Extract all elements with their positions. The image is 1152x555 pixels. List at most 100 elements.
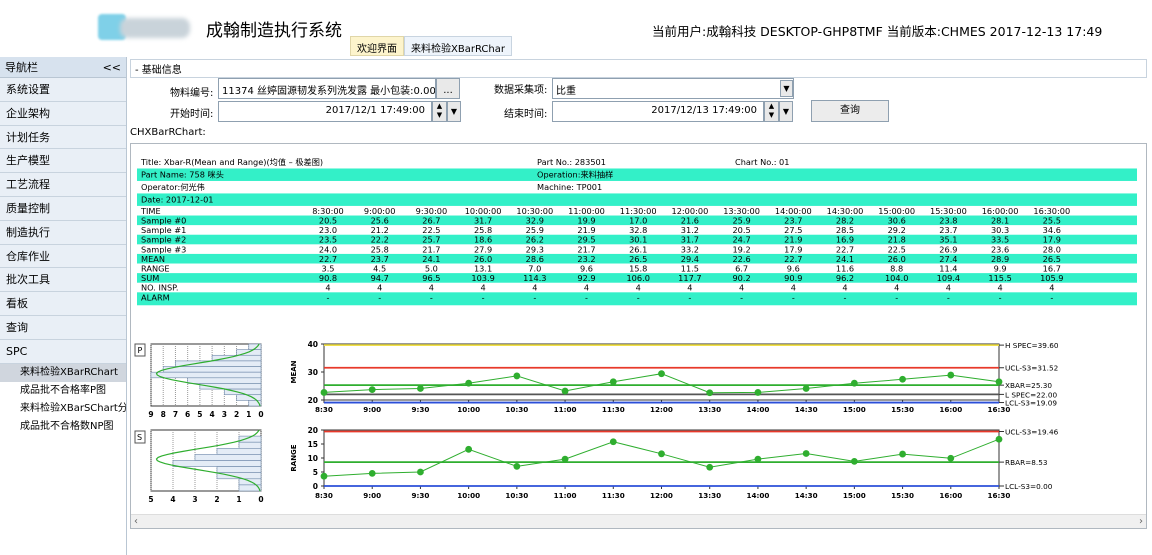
sidebar-item-9[interactable]: 看板 xyxy=(0,292,126,316)
mean-point-3 xyxy=(465,379,473,387)
sidebar-item-6[interactable]: 制造执行 xyxy=(0,220,126,245)
spc-sub-item-1[interactable]: 成品批不合格率P图 xyxy=(0,382,126,400)
nav-title: 导航栏 xyxy=(5,61,38,74)
start-time-dropdown-icon[interactable]: ▼ xyxy=(447,101,461,122)
end-time-spinner[interactable]: ▲ ▼ xyxy=(764,101,779,122)
sidebar-item-3[interactable]: 生产模型 xyxy=(0,149,126,174)
spc-sub-item-2[interactable]: 来料检验XBarSChart分 xyxy=(0,400,126,418)
app-window: 成翰制造执行系统 欢迎界面 来料检验XBarRChar 当前用户:成翰科技 DE… xyxy=(0,0,1152,555)
cell-6-5: 9.6 xyxy=(580,264,593,274)
mean-hist-bar-5 xyxy=(150,371,262,379)
cell-4-11: 22.5 xyxy=(888,244,906,254)
range-point-14 xyxy=(995,435,1003,443)
sidebar-item-2[interactable]: 计划任务 xyxy=(0,125,126,150)
cell-6-2: 5.0 xyxy=(425,264,438,274)
range-xtick-0: 8:30 xyxy=(315,491,333,500)
end-time-input[interactable]: 2017/12/13 17:49:00 xyxy=(552,101,764,122)
main-panel: - 基础信息 物料编号: 11374 丝婷固源韧发系列洗发露 最小包装:0.00… xyxy=(128,57,1152,555)
cell-4-10: 22.7 xyxy=(836,244,854,254)
spc-sub-item-0[interactable]: 来料检验XBarRChart xyxy=(0,363,126,382)
cell-1-3: 31.7 xyxy=(474,216,492,226)
cell-8-3: 4 xyxy=(480,283,485,293)
start-time-spinner[interactable]: ▲ ▼ xyxy=(432,101,447,122)
sidebar-item-0[interactable]: 系统设置 xyxy=(0,78,126,102)
mean-hist-tick-7: 2 xyxy=(234,410,239,419)
mean-point-8 xyxy=(706,389,714,397)
mean-box-label: P xyxy=(138,346,143,355)
material-input[interactable]: 11374 丝婷固源韧发系列洗发露 最小包装:0.00 xyxy=(218,78,436,99)
range-point-0 xyxy=(320,472,328,480)
sidebar-item-5[interactable]: 质量控制 xyxy=(0,196,126,221)
cell-8-2: 4 xyxy=(429,283,434,293)
datatype-select[interactable]: 比重 xyxy=(552,78,794,99)
range-point-13 xyxy=(947,454,955,462)
range-point-12 xyxy=(899,450,906,458)
cell-8-4: 4 xyxy=(532,283,537,293)
cell-0-8: 13:30:00 xyxy=(723,206,760,216)
sidebar-item-8[interactable]: 批次工具 xyxy=(0,268,126,293)
cell-6-10: 11.6 xyxy=(836,264,854,274)
mean-hist-bar-6 xyxy=(187,377,262,384)
cell-3-13: 33.5 xyxy=(991,235,1009,245)
mean-point-4 xyxy=(513,372,521,380)
cell-8-14: 4 xyxy=(1049,283,1054,293)
cell-1-7: 21.6 xyxy=(681,216,699,226)
collapse-button[interactable]: << xyxy=(103,61,121,74)
mean-hist-tick-8: 1 xyxy=(246,410,251,419)
row-label-0: TIME xyxy=(140,206,161,216)
horizontal-scrollbar[interactable]: ‹ › xyxy=(131,514,1146,528)
query-button[interactable]: 查询 xyxy=(811,100,889,122)
material-picker-button[interactable]: ... xyxy=(436,78,460,99)
start-time-input[interactable]: 2017/12/1 17:49:00 xyxy=(218,101,432,122)
mean-hist-tick-4: 5 xyxy=(197,410,202,419)
mean-point-12 xyxy=(899,375,906,383)
range-xtick-6: 11:30 xyxy=(602,491,625,500)
mean-xtick-11: 15:00 xyxy=(843,405,866,414)
cell-0-5: 11:00:00 xyxy=(568,206,605,216)
mean-ytick-1: 30 xyxy=(308,368,318,377)
range-point-11 xyxy=(850,457,858,465)
cell-8-10: 4 xyxy=(842,283,847,293)
scroll-right-icon[interactable]: › xyxy=(1139,516,1143,527)
mean-xtick-0: 8:30 xyxy=(315,405,333,414)
cell-6-13: 9.9 xyxy=(994,264,1007,274)
cell-9-0: - xyxy=(327,292,330,302)
cell-2-4: 25.9 xyxy=(526,225,544,235)
cell-6-4: 7.0 xyxy=(528,264,541,274)
end-time-dropdown-icon[interactable]: ▼ xyxy=(779,101,793,122)
sidebar-item-4[interactable]: 工艺流程 xyxy=(0,173,126,197)
mean-xtick-12: 15:30 xyxy=(891,405,914,414)
cell-2-7: 31.2 xyxy=(681,225,699,235)
cell-9-5: - xyxy=(585,292,588,302)
sidebar-item-1[interactable]: 企业架构 xyxy=(0,101,126,126)
spc-sub-item-3[interactable]: 成品批不合格数NP图 xyxy=(0,418,126,436)
chevron-down-icon[interactable]: ▼ xyxy=(780,80,793,97)
nav-header: 导航栏 << xyxy=(0,57,126,78)
mean-point-5 xyxy=(561,387,569,395)
cell-4-4: 29.3 xyxy=(526,244,544,254)
sidebar-item-11[interactable]: SPC xyxy=(0,339,126,364)
cell-4-3: 27.9 xyxy=(474,244,492,254)
cell-9-3: - xyxy=(482,292,485,302)
cell-8-1: 4 xyxy=(377,283,382,293)
cell-9-12: - xyxy=(947,292,950,302)
scroll-left-icon[interactable]: ‹ xyxy=(134,516,138,527)
tab-xbarr-chart[interactable]: 来料检验XBarRChar xyxy=(404,36,512,56)
range-point-5 xyxy=(561,455,569,463)
row-label-6: RANGE xyxy=(141,264,170,274)
mean-line-label-lcl: LCL-S3=19.09 xyxy=(1005,399,1057,408)
range-xtick-4: 10:30 xyxy=(505,491,528,500)
cell-5-3: 26.0 xyxy=(474,254,492,264)
cell-6-12: 11.4 xyxy=(939,264,957,274)
chart-title: Title: Xbar-R(Mean and Range)(均值 – 极差图) xyxy=(140,157,323,167)
cell-9-10: - xyxy=(844,292,847,302)
range-xtick-3: 10:00 xyxy=(457,491,480,500)
mean-ylabel: MEAN xyxy=(290,360,298,383)
sidebar-item-7[interactable]: 仓库作业 xyxy=(0,244,126,269)
row-label-4: Sample #3 xyxy=(141,244,186,254)
cell-0-3: 10:00:00 xyxy=(465,206,502,216)
sidebar-item-10[interactable]: 查询 xyxy=(0,315,126,340)
tab-welcome[interactable]: 欢迎界面 xyxy=(350,36,404,56)
cell-1-12: 23.8 xyxy=(939,216,957,226)
mean-hist-tick-1: 8 xyxy=(161,410,166,419)
